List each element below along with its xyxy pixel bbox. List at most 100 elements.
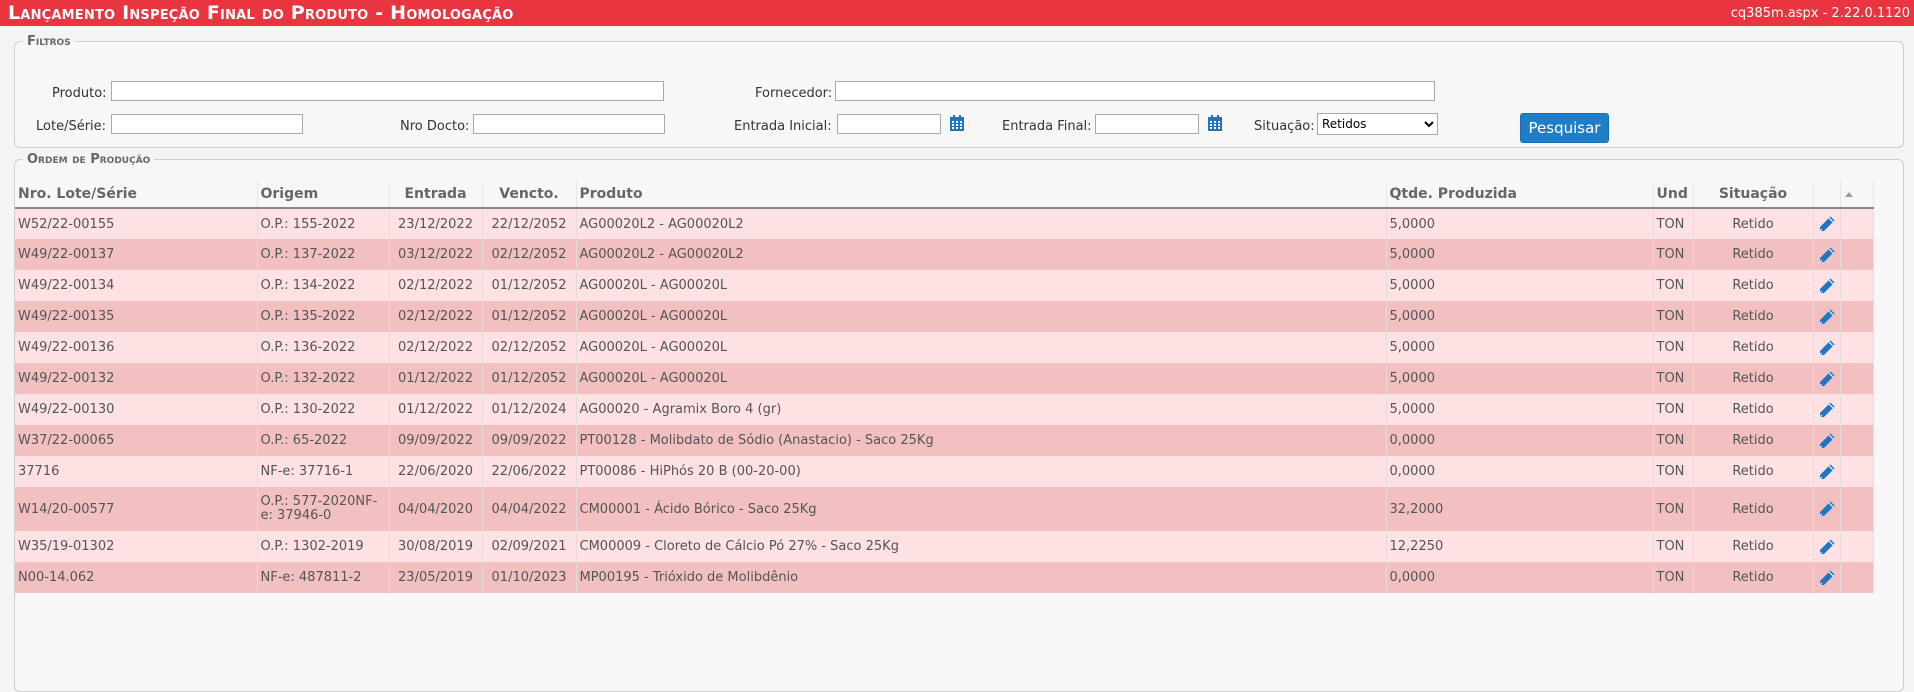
cell-qtde: 0,0000 [1386,456,1654,487]
scroll-up-icon[interactable] [1844,190,1854,198]
edit-pencil-icon[interactable] [1817,462,1837,482]
col-und[interactable]: Und [1653,180,1694,209]
cell-vencto: 04/04/2022 [482,487,577,531]
cell-edit[interactable] [1813,363,1841,394]
orders-table: Nro. Lote/Série Origem Entrada Vencto. P… [15,180,1874,593]
cell-qtde: 5,0000 [1386,363,1654,394]
table-row[interactable]: 37716 NF-e: 37716-1 22/06/2020 22/06/202… [15,456,1874,487]
cell-und: TON [1653,487,1694,531]
edit-pencil-icon[interactable] [1817,338,1837,358]
calendar-icon[interactable] [949,115,965,132]
cell-qtde: 5,0000 [1386,270,1654,301]
col-produto[interactable]: Produto [576,180,1387,209]
table-row[interactable]: W37/22-00065 O.P.: 65-2022 09/09/2022 09… [15,425,1874,456]
col-vencto[interactable]: Vencto. [482,180,577,209]
edit-pencil-icon[interactable] [1817,214,1837,234]
cell-spacer [1840,394,1874,425]
col-entrada[interactable]: Entrada [389,180,483,209]
table-row[interactable]: W52/22-00155 O.P.: 155-2022 23/12/2022 2… [15,208,1874,239]
cell-edit[interactable] [1813,394,1841,425]
table-row[interactable]: W49/22-00137 O.P.: 137-2022 03/12/2022 0… [15,239,1874,270]
cell-vencto: 01/12/2052 [482,301,577,332]
cell-produto: AG00020L - AG00020L [576,332,1387,363]
cell-situacao: Retido [1693,394,1814,425]
edit-pencil-icon[interactable] [1817,369,1837,389]
cell-und: TON [1653,394,1694,425]
cell-vencto: 09/09/2022 [482,425,577,456]
cell-entrada: 23/05/2019 [389,562,483,593]
table-row[interactable]: W49/22-00136 O.P.: 136-2022 02/12/2022 0… [15,332,1874,363]
cell-entrada: 23/12/2022 [389,208,483,239]
title-bar: Lançamento Inspeção Final do Produto - H… [0,0,1914,26]
col-qtde[interactable]: Qtde. Produzida [1386,180,1654,209]
col-origem[interactable]: Origem [257,180,390,209]
cell-edit[interactable] [1813,270,1841,301]
cell-situacao: Retido [1693,487,1814,531]
cell-produto: AG00020L - AG00020L [576,301,1387,332]
cell-situacao: Retido [1693,208,1814,239]
cell-situacao: Retido [1693,531,1814,562]
cell-vencto: 02/09/2021 [482,531,577,562]
table-row[interactable]: W35/19-01302 O.P.: 1302-2019 30/08/2019 … [15,531,1874,562]
col-scroll [1840,180,1874,209]
lote-input[interactable] [111,114,303,134]
cell-produto: PT00128 - Molibdato de Sódio (Anastacio)… [576,425,1387,456]
cell-produto: AG00020 - Agramix Boro 4 (gr) [576,394,1387,425]
entrada-inicial-input[interactable] [837,114,941,134]
cell-lote: W49/22-00135 [15,301,258,332]
cell-edit[interactable] [1813,562,1841,593]
fornecedor-input[interactable] [835,81,1435,101]
edit-pencil-icon[interactable] [1817,499,1837,519]
edit-pencil-icon[interactable] [1817,276,1837,296]
cell-lote: 37716 [15,456,258,487]
edit-pencil-icon[interactable] [1817,307,1837,327]
edit-pencil-icon[interactable] [1817,400,1837,420]
situacao-select[interactable]: Retidos [1317,113,1438,135]
cell-edit[interactable] [1813,332,1841,363]
cell-edit[interactable] [1813,239,1841,270]
cell-edit[interactable] [1813,425,1841,456]
cell-entrada: 30/08/2019 [389,531,483,562]
cell-edit[interactable] [1813,456,1841,487]
produto-input[interactable] [111,81,664,101]
cell-produto: AG00020L - AG00020L [576,270,1387,301]
entrada-final-input[interactable] [1095,114,1199,134]
edit-pencil-icon[interactable] [1817,431,1837,451]
cell-situacao: Retido [1693,562,1814,593]
cell-edit[interactable] [1813,487,1841,531]
cell-lote: W49/22-00137 [15,239,258,270]
cell-entrada: 09/09/2022 [389,425,483,456]
cell-entrada: 02/12/2022 [389,332,483,363]
col-lote[interactable]: Nro. Lote/Série [15,180,258,209]
cell-edit[interactable] [1813,531,1841,562]
table-row[interactable]: W49/22-00135 O.P.: 135-2022 02/12/2022 0… [15,301,1874,332]
table-row[interactable]: N00-14.062 NF-e: 487811-2 23/05/2019 01/… [15,562,1874,593]
cell-lote: W49/22-00132 [15,363,258,394]
nro-docto-input[interactable] [473,114,665,134]
cell-edit[interactable] [1813,301,1841,332]
entrada-final-label: Entrada Final: [1002,119,1092,134]
cell-origem: O.P.: 137-2022 [257,239,390,270]
edit-pencil-icon[interactable] [1817,245,1837,265]
cell-spacer [1840,239,1874,270]
calendar-icon[interactable] [1207,115,1223,132]
cell-spacer [1840,363,1874,394]
col-situacao[interactable]: Situação [1693,180,1814,209]
cell-lote: W49/22-00134 [15,270,258,301]
cell-produto: AG00020L2 - AG00020L2 [576,239,1387,270]
cell-origem: O.P.: 136-2022 [257,332,390,363]
cell-spacer [1840,531,1874,562]
table-row[interactable]: W49/22-00132 O.P.: 132-2022 01/12/2022 0… [15,363,1874,394]
table-row[interactable]: W14/20-00577 O.P.: 577-2020NF-e: 37946-0… [15,487,1874,531]
cell-origem: O.P.: 65-2022 [257,425,390,456]
filters-panel: Filtros Produto: Fornecedor: Lote/Série:… [14,34,1904,148]
table-row[interactable]: W49/22-00130 O.P.: 130-2022 01/12/2022 0… [15,394,1874,425]
cell-qtde: 0,0000 [1386,425,1654,456]
edit-pencil-icon[interactable] [1817,537,1837,557]
search-button[interactable]: Pesquisar [1520,113,1609,143]
edit-pencil-icon[interactable] [1817,568,1837,588]
cell-origem: O.P.: 577-2020NF-e: 37946-0 [257,487,390,531]
cell-lote: W52/22-00155 [15,208,258,239]
cell-edit[interactable] [1813,208,1841,239]
table-row[interactable]: W49/22-00134 O.P.: 134-2022 02/12/2022 0… [15,270,1874,301]
